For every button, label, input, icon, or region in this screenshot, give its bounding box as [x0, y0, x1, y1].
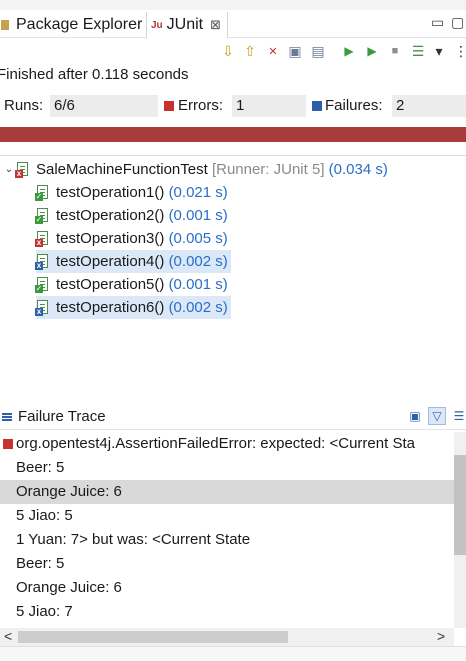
scroll-right-icon[interactable]: > [437, 628, 445, 644]
trace-line-text: Orange Juice: 6 [16, 483, 122, 500]
test-passed-icon: ✓ [35, 277, 51, 293]
trace-line-text: org.opentest4j.AssertionFailedError: exp… [16, 435, 415, 452]
tree-item-testoperation5[interactable]: ✓ testOperation5() (0.001 s) [35, 273, 231, 296]
tree-item-testoperation1[interactable]: ✓ testOperation1() (0.021 s) [35, 181, 231, 204]
trace-line-text: 1 Yuan: 7> but was: <Current State [16, 531, 251, 548]
test-time: (0.002 s) [168, 253, 228, 270]
trace-line[interactable]: 5 Jiao: 5 [0, 504, 454, 528]
failure-trace-icon [2, 413, 12, 422]
suite-runner: [Runner: JUnit 5] [211, 161, 325, 178]
filter-stack-trace-icon[interactable]: ▽ [428, 407, 446, 425]
test-progress-bar [0, 127, 466, 142]
runs-label: Runs: [4, 97, 44, 114]
trace-line-text: Orange Juice: 6 [16, 579, 122, 596]
tab-junit[interactable]: Ju JUnit ⊠ [146, 12, 229, 38]
scroll-left-icon[interactable]: < [4, 628, 12, 644]
trace-line[interactable]: 5 Jiao: 7 [0, 600, 454, 624]
test-name: testOperation6() [56, 299, 165, 316]
tree-item-testoperation4[interactable]: x testOperation4() (0.002 s) [35, 250, 231, 273]
test-name: testOperation4() [56, 253, 165, 270]
test-time: (0.005 s) [168, 230, 228, 247]
errors-value: 1 [232, 95, 306, 117]
suite-error-icon: x [15, 162, 31, 178]
package-explorer-icon [0, 18, 12, 32]
rerun-failed-first-icon[interactable]: ▶ [363, 42, 381, 60]
trace-line[interactable]: Beer: 5 [0, 552, 454, 576]
rerun-test-icon[interactable]: ▶ [340, 42, 358, 60]
trace-line[interactable]: Beer: 5 [0, 456, 454, 480]
trace-line-text: Beer: 5 [16, 555, 65, 572]
horizontal-scrollbar-thumb[interactable] [18, 631, 288, 643]
compare-results-icon[interactable]: ▣ [406, 407, 424, 425]
test-name: testOperation2() [56, 207, 165, 224]
minimize-icon[interactable]: ▭ [431, 14, 444, 31]
restore-icon[interactable]: ▢ [451, 14, 464, 31]
trace-line[interactable]: org.opentest4j.AssertionFailedError: exp… [0, 432, 454, 456]
tab-package-explorer[interactable]: Package Explorer [0, 12, 142, 38]
run-status-text: Finished after 0.118 seconds [0, 66, 189, 83]
more-icon[interactable]: ⋮ [452, 42, 466, 60]
view-tab-bar: Package Explorer Ju JUnit ⊠ ▭ ▢ [0, 0, 466, 38]
tab-package-explorer-label: Package Explorer [16, 16, 143, 33]
test-time: (0.021 s) [168, 184, 228, 201]
test-passed-icon: ✓ [35, 185, 51, 201]
bottom-edge [0, 646, 466, 661]
test-run-history-icon[interactable]: ☰ [409, 42, 427, 60]
failures-label: Failures: [325, 97, 383, 114]
junit-toolbar: ⇩ ⇧ ✕ ▣ ▤ ▶ ▶ ■ ☰ ▾ ⋮ [0, 38, 466, 64]
failure-trace-content[interactable]: org.opentest4j.AssertionFailedError: exp… [0, 432, 454, 628]
expand-collapse-icon[interactable]: ⌄ [2, 164, 16, 175]
test-time: (0.001 s) [168, 207, 228, 224]
trace-line[interactable]: Orange Juice: 6 [0, 576, 454, 600]
tree-item-testoperation3[interactable]: x testOperation3() (0.005 s) [35, 227, 231, 250]
tree-item-testoperation2[interactable]: ✓ testOperation2() (0.001 s) [35, 204, 231, 227]
tree-item-testoperation6[interactable]: x testOperation6() (0.002 s) [35, 296, 231, 319]
close-tab-icon[interactable]: ⊠ [210, 17, 221, 33]
tree-root-suite[interactable]: ⌄ x SaleMachineFunctionTest [Runner: JUn… [0, 158, 388, 181]
test-name: testOperation3() [56, 230, 165, 247]
copy-trace-icon[interactable]: ☰ [450, 407, 466, 425]
test-time: (0.002 s) [168, 299, 228, 316]
test-error-icon: x [35, 231, 51, 247]
show-failures-only-icon[interactable]: ✕ [264, 42, 282, 60]
failure-trace-title: Failure Trace [18, 408, 106, 425]
trace-line[interactable]: Orange Juice: 6 [0, 480, 454, 504]
suite-time: (0.034 s) [328, 161, 388, 178]
test-failure-icon: x [35, 300, 51, 316]
trace-line[interactable]: 1 Yuan: 7> but was: <Current State [0, 528, 454, 552]
trace-line-text: 5 Jiao: 7 [16, 603, 73, 620]
trace-line-text: 5 Jiao: 5 [16, 507, 73, 524]
failures-value: 2 [392, 95, 466, 117]
trace-line-text: Beer: 5 [16, 459, 65, 476]
tab-junit-label: JUnit [166, 16, 204, 33]
test-failure-icon: x [35, 254, 51, 270]
previous-failure-icon[interactable]: ⇧ [241, 42, 259, 60]
view-menu-icon[interactable]: ▾ [430, 42, 448, 60]
failure-trace-header: Failure Trace ▣ ▽ ☰ [0, 404, 466, 430]
error-icon [3, 439, 13, 449]
test-counters: Runs: 6/6 Errors: 1 Failures: 2 [0, 95, 466, 117]
next-failure-icon[interactable]: ⇩ [219, 42, 237, 60]
runs-value: 6/6 [50, 95, 158, 117]
top-strip [0, 0, 466, 10]
layout-icon[interactable]: ▤ [309, 42, 327, 60]
scroll-lock-icon[interactable]: ▣ [286, 42, 304, 60]
test-passed-icon: ✓ [35, 208, 51, 224]
stop-icon[interactable]: ■ [386, 42, 404, 60]
failure-count-icon [312, 101, 322, 111]
divider [0, 155, 466, 156]
error-count-icon [164, 101, 174, 111]
test-name: testOperation5() [56, 276, 165, 293]
test-name: testOperation1() [56, 184, 165, 201]
errors-label: Errors: [178, 97, 223, 114]
test-time: (0.001 s) [168, 276, 228, 293]
suite-name: SaleMachineFunctionTest [36, 161, 208, 178]
vertical-scrollbar-thumb[interactable] [454, 455, 466, 555]
junit-icon: Ju [151, 19, 163, 31]
